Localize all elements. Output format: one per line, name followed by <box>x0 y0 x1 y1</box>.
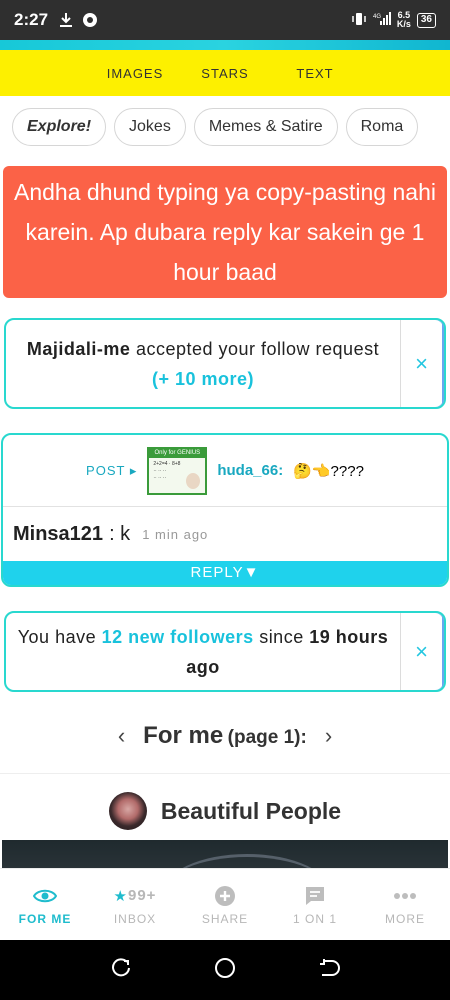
nav-one-on-one[interactable]: 1 ON 1 <box>270 869 360 940</box>
comment-time: 1 min ago <box>142 526 209 542</box>
nav-images[interactable]: IMAGES <box>90 66 180 81</box>
nav-one-on-one-label: 1 ON 1 <box>292 911 337 926</box>
home-icon[interactable] <box>213 956 237 985</box>
plus-circle-icon <box>214 884 236 908</box>
nav-for-me[interactable]: FOR ME <box>0 869 90 940</box>
nav-more[interactable]: MORE <box>360 869 450 940</box>
nav-text[interactable]: TEXT <box>270 66 360 81</box>
app-root: 2:27 4G 6.5 K/s 36 IMAGES STARS TEXT Exp… <box>0 0 450 1000</box>
group-name[interactable]: Beautiful People <box>161 798 341 825</box>
nav-stars[interactable]: STARS <box>180 66 270 81</box>
post-reference[interactable]: POST ▸ Only for GENIUS 2+2=4 · 8+8 ·· ·· … <box>3 435 447 507</box>
category-jokes[interactable]: Jokes <box>114 108 186 146</box>
nav-more-label: MORE <box>385 911 425 926</box>
signal-icon: 4G <box>373 11 391 29</box>
follow-message: accepted your follow request <box>135 338 380 359</box>
network-speed: 6.5 K/s <box>397 11 411 29</box>
followers-hours: 19 <box>309 626 331 647</box>
status-time: 2:27 <box>14 10 49 29</box>
header-strip <box>0 40 450 50</box>
followers-text: You have 12 new followers since 19 hours… <box>6 613 400 690</box>
close-icon[interactable]: × <box>400 320 444 407</box>
follow-user[interactable]: Majidali-me <box>27 339 131 359</box>
speed-unit: K/s <box>396 19 411 29</box>
comment-text: : k <box>109 522 131 545</box>
star-icon: ★ <box>113 887 128 905</box>
avatar[interactable] <box>108 792 147 830</box>
thumbnail-grid: 2+2=4 · 8+8 ·· ·· ·· ·· ·· ·· <box>153 460 181 481</box>
vibrate-icon <box>351 12 367 29</box>
followers-middle: since <box>259 626 304 647</box>
comment-row: Minsa121 : k 1 min ago <box>3 507 447 561</box>
nav-for-me-label: FOR ME <box>18 911 72 926</box>
nav-share-label: SHARE <box>201 911 249 926</box>
commenter-name[interactable]: Minsa121 <box>13 523 103 546</box>
follow-request-card[interactable]: Majidali-me accepted your follow request… <box>4 318 446 409</box>
activity-card: POST ▸ Only for GENIUS 2+2=4 · 8+8 ·· ·· … <box>1 433 449 587</box>
thumbnail-face <box>186 472 201 489</box>
chevron-left-icon[interactable]: ‹ <box>118 723 125 749</box>
feed-title: For me <box>143 722 224 749</box>
category-memes[interactable]: Memes & Satire <box>193 108 338 146</box>
post-image[interactable] <box>2 840 448 870</box>
inbox-badge-row: ★ 99+ <box>114 884 157 908</box>
battery-indicator: 36 <box>416 12 436 28</box>
feed-heading: For me (page 1): <box>143 722 307 750</box>
status-right: 4G 6.5 K/s 36 <box>351 11 436 29</box>
status-bar: 2:27 4G 6.5 K/s 36 <box>0 0 450 40</box>
chevron-right-icon[interactable]: › <box>325 723 332 749</box>
follow-more-link[interactable]: (+ 10 more) <box>152 369 254 389</box>
svg-text:4G: 4G <box>373 14 381 20</box>
post-label: POST ▸ <box>86 462 138 478</box>
thumbnail-caption: Only for GENIUS <box>149 448 206 458</box>
inbox-badge: 99+ <box>128 887 157 904</box>
category-pills: Explore! Jokes Memes & Satire Roma <box>0 108 450 152</box>
chrome-icon <box>82 12 98 28</box>
nav-inbox[interactable]: ★ 99+ INBOX <box>90 869 180 940</box>
nav-share[interactable]: SHARE <box>180 869 270 940</box>
divider <box>0 773 450 774</box>
eye-icon <box>33 884 57 908</box>
top-nav: IMAGES STARS TEXT <box>0 50 450 96</box>
feed-pager: ‹ For me (page 1): › <box>0 712 450 760</box>
download-icon <box>58 12 74 28</box>
warning-banner: Andha dhund typing ya copy-pasting nahi … <box>3 166 447 298</box>
followers-count-link[interactable]: 12 new followers <box>102 627 254 647</box>
chat-icon <box>304 884 326 908</box>
bottom-nav: FOR ME ★ 99+ INBOX SHARE 1 ON 1 MORE <box>0 868 450 940</box>
feed-page: (page 1): <box>227 727 307 748</box>
close-icon[interactable]: × <box>400 613 444 690</box>
back-icon[interactable] <box>318 957 340 984</box>
post-text: 🤔👈???? <box>293 462 364 480</box>
reply-button[interactable]: REPLY▼ <box>3 561 447 585</box>
category-roma[interactable]: Roma <box>345 108 419 146</box>
post-thumbnail[interactable]: Only for GENIUS 2+2=4 · 8+8 ·· ·· ·· ·· ··… <box>147 446 208 495</box>
more-dots-icon <box>393 884 417 908</box>
post-author[interactable]: huda_66: <box>217 462 283 479</box>
nav-inbox-label: INBOX <box>113 911 157 926</box>
group-header[interactable]: Beautiful People <box>0 786 450 836</box>
followers-card[interactable]: You have 12 new followers since 19 hours… <box>4 611 446 692</box>
recents-icon[interactable] <box>110 957 132 984</box>
follow-request-text: Majidali-me accepted your follow request… <box>6 320 400 407</box>
followers-prefix: You have <box>17 626 97 647</box>
category-explore[interactable]: Explore! <box>12 108 107 146</box>
system-nav-bar <box>0 940 450 1000</box>
